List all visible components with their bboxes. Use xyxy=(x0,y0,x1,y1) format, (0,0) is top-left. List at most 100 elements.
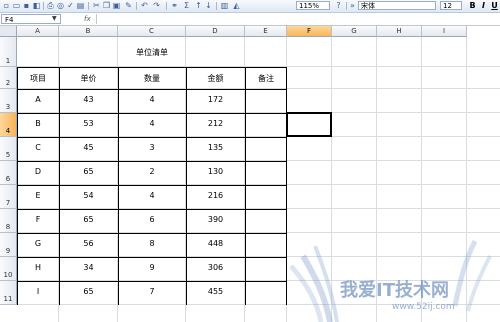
column-header-g[interactable]: G xyxy=(332,26,377,37)
row-number: 2 xyxy=(5,79,11,87)
paste-icon[interactable]: ▣ xyxy=(112,1,121,10)
table-cell[interactable]: 4 xyxy=(118,191,186,200)
row-header-7[interactable]: 7 xyxy=(0,185,17,209)
font-size-dropdown[interactable]: 12 xyxy=(440,1,462,10)
row-header-10[interactable]: 10 xyxy=(0,257,17,281)
table-cell[interactable]: I xyxy=(17,287,59,296)
sheet-title[interactable]: 单位清单 xyxy=(17,47,287,58)
drawing-icon[interactable]: ◭ xyxy=(232,1,241,10)
format-painter-icon[interactable]: ✎ xyxy=(124,1,133,10)
table-cell[interactable]: 45 xyxy=(59,143,118,152)
sort-descending-icon[interactable]: ↓ xyxy=(204,1,213,10)
toolbar-separator xyxy=(43,2,44,10)
spelling-icon[interactable]: ✓ xyxy=(66,1,75,10)
table-cell[interactable]: 448 xyxy=(186,239,245,248)
row-header-5[interactable]: 5 xyxy=(0,137,17,161)
table-cell[interactable]: 390 xyxy=(186,215,245,224)
table-cell[interactable]: 56 xyxy=(59,239,118,248)
formula-input[interactable] xyxy=(96,14,499,24)
row-number: 3 xyxy=(5,103,11,111)
table-cell[interactable]: C xyxy=(17,143,59,152)
italic-button[interactable]: I xyxy=(479,1,488,10)
column-header-f[interactable]: F xyxy=(287,26,332,37)
undo-icon[interactable]: ↶ xyxy=(140,1,149,10)
table-header-cell[interactable]: 单价 xyxy=(59,73,118,84)
table-cell[interactable]: G xyxy=(17,239,59,248)
table-cell[interactable]: 455 xyxy=(186,287,245,296)
print-icon[interactable]: ⎙ xyxy=(46,1,55,10)
table-cell[interactable]: 3 xyxy=(118,143,186,152)
table-cell[interactable]: F xyxy=(17,215,59,224)
table-header-cell[interactable]: 备注 xyxy=(245,73,287,84)
table-cell[interactable]: 53 xyxy=(59,119,118,128)
table-cell[interactable]: 135 xyxy=(186,143,245,152)
table-cell[interactable]: 6 xyxy=(118,215,186,224)
table-cell[interactable]: 2 xyxy=(118,167,186,176)
underline-button[interactable]: U xyxy=(490,1,499,10)
watermark-url: www.52ij.com xyxy=(392,302,455,312)
table-cell[interactable]: H xyxy=(17,263,59,272)
chart-wizard-icon[interactable]: ▥ xyxy=(220,1,229,10)
row-header-2[interactable]: 2 xyxy=(0,67,17,89)
row-header-1[interactable]: 1 xyxy=(0,37,17,67)
table-cell[interactable]: 306 xyxy=(186,263,245,272)
table-cell[interactable]: D xyxy=(17,167,59,176)
column-header-a[interactable]: A xyxy=(17,26,59,37)
redo-icon[interactable]: ↷ xyxy=(152,1,161,10)
table-cell[interactable]: 216 xyxy=(186,191,245,200)
table-cell[interactable]: 8 xyxy=(118,239,186,248)
row-header-9[interactable]: 9 xyxy=(0,233,17,257)
toolbar-options-icon[interactable]: » xyxy=(348,1,357,10)
help-icon[interactable]: ? xyxy=(334,1,343,10)
column-header-b[interactable]: B xyxy=(59,26,118,37)
table-cell[interactable]: 65 xyxy=(59,215,118,224)
autosum-icon[interactable]: Σ xyxy=(182,1,191,10)
table-header-cell[interactable]: 项目 xyxy=(17,73,59,84)
bold-button[interactable]: B xyxy=(468,1,477,10)
select-all-corner[interactable] xyxy=(0,26,17,37)
research-icon[interactable]: ▤ xyxy=(76,1,85,10)
column-header-h[interactable]: H xyxy=(377,26,422,37)
table-cell[interactable]: 34 xyxy=(59,263,118,272)
column-header-d[interactable]: D xyxy=(186,26,245,37)
chevron-down-icon[interactable]: ▼ xyxy=(52,15,57,22)
table-header-cell[interactable]: 数量 xyxy=(118,73,186,84)
table-cell[interactable]: 4 xyxy=(118,95,186,104)
table-cell[interactable]: E xyxy=(17,191,59,200)
active-cell-selection[interactable] xyxy=(286,112,332,137)
row-header-8[interactable]: 8 xyxy=(0,209,17,233)
column-header-c[interactable]: C xyxy=(118,26,186,37)
table-cell[interactable]: 4 xyxy=(118,119,186,128)
table-cell[interactable]: B xyxy=(17,119,59,128)
table-cell[interactable]: 130 xyxy=(186,167,245,176)
row-header-11[interactable]: 11 xyxy=(0,281,17,305)
table-cell[interactable]: 43 xyxy=(59,95,118,104)
font-name-dropdown[interactable]: 宋体 xyxy=(358,1,436,10)
copy-icon[interactable]: ❐ xyxy=(102,1,111,10)
table-cell[interactable]: 172 xyxy=(186,95,245,104)
table-header-cell[interactable]: 金额 xyxy=(186,73,245,84)
new-file-icon[interactable]: ▫ xyxy=(2,1,11,10)
table-cell[interactable]: 212 xyxy=(186,119,245,128)
cut-icon[interactable]: ✂ xyxy=(92,1,101,10)
row-header-3[interactable]: 3 xyxy=(0,89,17,113)
insert-function-icon[interactable]: fx xyxy=(84,14,91,24)
table-cell[interactable]: 7 xyxy=(118,287,186,296)
table-cell[interactable]: A xyxy=(17,95,59,104)
zoom-dropdown[interactable]: 115% xyxy=(296,1,330,10)
row-header-4[interactable]: 4 xyxy=(0,113,17,137)
column-header-i[interactable]: I xyxy=(422,26,467,37)
sort-ascending-icon[interactable]: ↑ xyxy=(194,1,203,10)
table-cell[interactable]: 65 xyxy=(59,287,118,296)
permission-icon[interactable]: ◧ xyxy=(32,1,41,10)
open-folder-icon[interactable]: ▭ xyxy=(12,1,21,10)
print-preview-icon[interactable]: ◎ xyxy=(56,1,65,10)
column-header-e[interactable]: E xyxy=(245,26,287,37)
save-icon[interactable]: ▪ xyxy=(22,1,31,10)
table-cell[interactable]: 54 xyxy=(59,191,118,200)
hyperlink-icon[interactable]: ⚭ xyxy=(170,1,179,10)
table-cell[interactable]: 65 xyxy=(59,167,118,176)
table-cell[interactable]: 9 xyxy=(118,263,186,272)
table-border xyxy=(17,281,287,282)
row-header-6[interactable]: 6 xyxy=(0,161,17,185)
